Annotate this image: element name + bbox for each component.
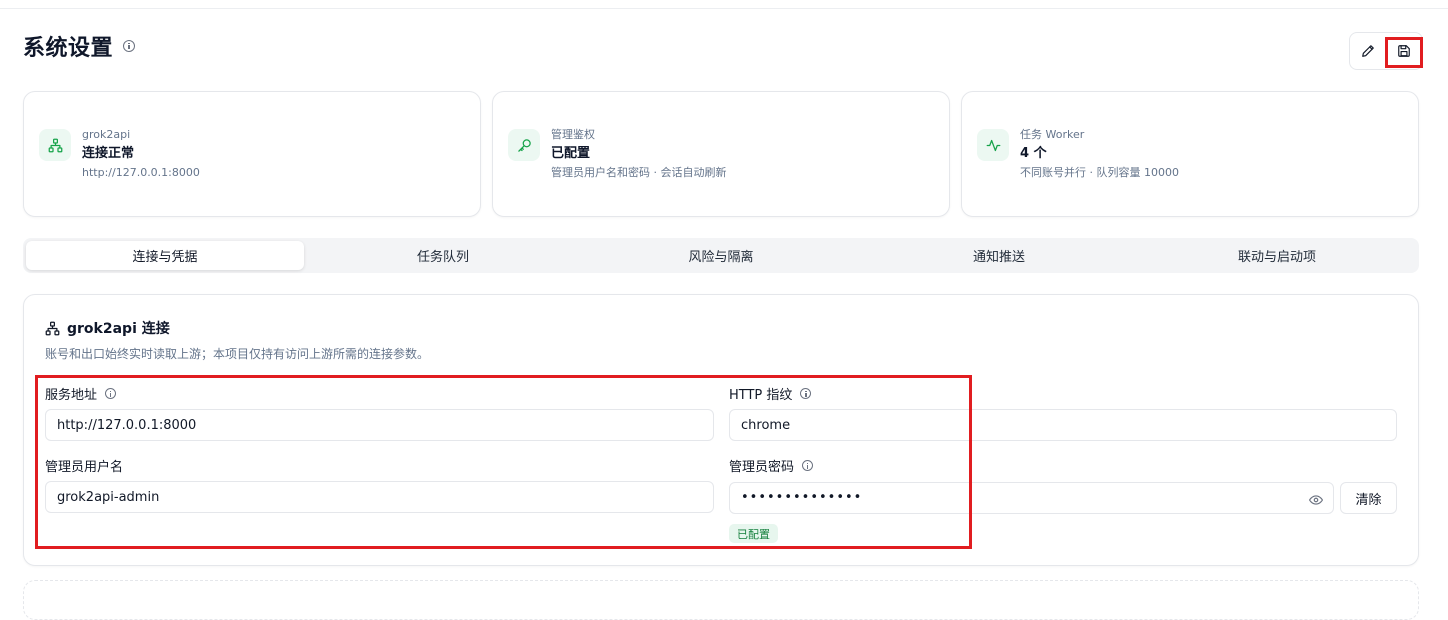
panel-title: grok2api 连接	[45, 318, 170, 338]
page-header: 系统设置	[23, 30, 136, 62]
clear-password-button[interactable]: 清除	[1340, 482, 1397, 514]
stat-value: 连接正常	[82, 146, 135, 161]
tab-risk-isolation[interactable]: 风险与隔离	[582, 241, 860, 270]
stat-sub: 不同账号并行 · 队列容量 10000	[1020, 166, 1179, 179]
tab-linkage-startup[interactable]: 联动与启动项	[1138, 241, 1416, 270]
stat-value: 4 个	[1020, 146, 1047, 161]
stat-card-worker: 任务 Worker 4 个 不同账号并行 · 队列容量 10000	[961, 91, 1419, 217]
network-icon	[48, 138, 62, 152]
top-divider	[0, 8, 1448, 9]
activity-icon	[986, 139, 1000, 151]
stat-label: 管理鉴权	[551, 128, 595, 141]
next-panel	[23, 580, 1419, 620]
key-icon	[517, 138, 531, 152]
stat-label: grok2api	[82, 128, 131, 141]
stat-sub: http://127.0.0.1:8000	[82, 166, 200, 179]
settings-tabs: 连接与凭据 任务队列 风险与隔离 通知推送 联动与启动项	[23, 238, 1419, 273]
stat-icon-wrap	[508, 129, 540, 161]
stat-label: 任务 Worker	[1020, 128, 1085, 141]
tab-task-queue[interactable]: 任务队列	[304, 241, 582, 270]
fields-highlight	[35, 375, 972, 549]
pencil-icon	[1362, 45, 1374, 57]
stat-sub: 管理员用户名和密码 · 会话自动刷新	[551, 166, 727, 179]
tab-connection[interactable]: 连接与凭据	[26, 241, 304, 270]
save-button-highlight	[1385, 37, 1423, 68]
edit-button[interactable]	[1350, 33, 1386, 69]
stat-value: 已配置	[551, 146, 591, 161]
eye-icon[interactable]	[1309, 492, 1323, 511]
panel-title-text: grok2api 连接	[67, 321, 170, 337]
info-icon[interactable]	[123, 40, 136, 52]
stat-card-grok2api: grok2api 连接正常 http://127.0.0.1:8000	[23, 91, 481, 217]
stat-card-auth: 管理鉴权 已配置 管理员用户名和密码 · 会话自动刷新	[492, 91, 950, 217]
network-icon	[45, 321, 60, 335]
page-title: 系统设置	[23, 36, 114, 61]
stat-icon-wrap	[39, 129, 71, 161]
panel-description: 账号和出口始终实时读取上游；本项目仅持有访问上游所需的连接参数。	[45, 347, 430, 361]
stat-icon-wrap	[977, 129, 1009, 161]
tab-notifications[interactable]: 通知推送	[860, 241, 1138, 270]
